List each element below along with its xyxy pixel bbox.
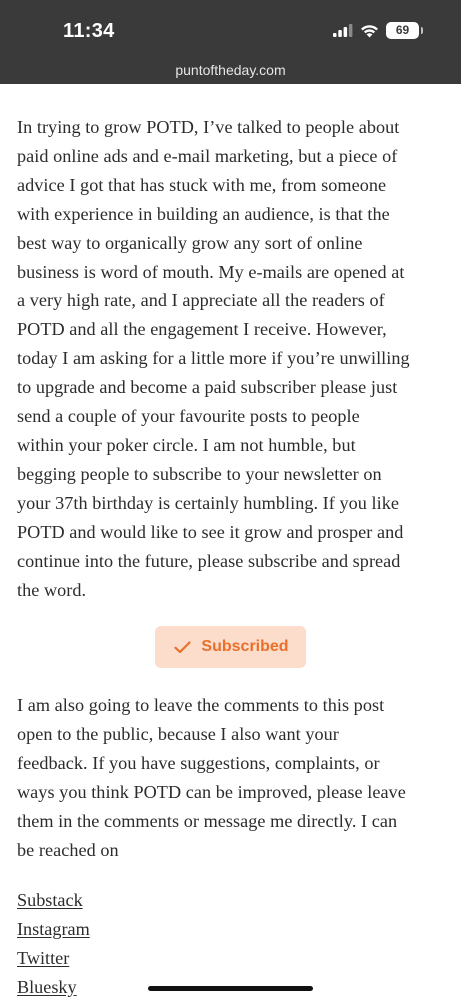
- text-line: send a couple of your favourite posts to…: [17, 406, 360, 427]
- cellular-signal-icon: [333, 24, 353, 37]
- address-bar-url[interactable]: puntoftheday.com: [0, 62, 461, 78]
- substack-link[interactable]: Substack: [17, 886, 90, 915]
- text-line: business is word of mouth. My e-mails ar…: [17, 261, 405, 282]
- text-line: within your poker circle. I am not humbl…: [17, 434, 356, 455]
- text-line: continue into the future, please subscri…: [17, 550, 401, 571]
- social-links-list: Substack Instagram Twitter Bluesky: [17, 886, 90, 1000]
- text-line: with experience in building an audience,…: [17, 203, 390, 224]
- text-line: best way to organically grow any sort of…: [17, 232, 363, 253]
- text-line: open to the public, because I also want …: [17, 723, 339, 744]
- text-line: I am also going to leave the comments to…: [17, 695, 385, 715]
- instagram-link[interactable]: Instagram: [17, 915, 90, 944]
- battery-icon: 69: [386, 22, 423, 39]
- text-line: today I am asking for a little more if y…: [17, 348, 410, 369]
- text-line: be reached on: [17, 839, 119, 860]
- text-line: feedback. If you have suggestions, compl…: [17, 752, 380, 773]
- status-time: 11:34: [63, 20, 115, 42]
- article-paragraph-2: I am also going to leave the comments to…: [17, 691, 447, 864]
- text-line: the word.: [17, 579, 87, 600]
- text-line: to upgrade and become a paid subscriber …: [17, 377, 398, 398]
- status-icons: 69: [333, 22, 423, 39]
- text-line: a very high rate, and I appreciate all t…: [17, 290, 385, 311]
- text-line: paid online ads and e-mail marketing, bu…: [17, 145, 398, 166]
- bluesky-link[interactable]: Bluesky: [17, 973, 90, 1000]
- twitter-link[interactable]: Twitter: [17, 944, 90, 973]
- wifi-icon: [361, 24, 378, 37]
- text-line: your 37th birthday is certainly humbling…: [17, 492, 399, 513]
- subscribed-label: Subscribed: [201, 638, 289, 655]
- text-line: advice I got that has stuck with me, fro…: [17, 174, 387, 195]
- text-line: POTD and would like to see it grow and p…: [17, 521, 404, 542]
- text-line: them in the comments or message me direc…: [17, 810, 398, 831]
- home-indicator[interactable]: [148, 986, 313, 991]
- text-line: begging people to subscribe to your news…: [17, 463, 382, 484]
- subscribed-button[interactable]: Subscribed: [155, 626, 306, 668]
- status-bar: 11:34 69 puntoftheday.com: [0, 0, 461, 84]
- text-line: In trying to grow POTD, I’ve talked to p…: [17, 117, 400, 137]
- text-line: POTD and all the engagement I receive. H…: [17, 319, 387, 340]
- article-paragraph-1: In trying to grow POTD, I’ve talked to p…: [17, 113, 447, 604]
- subscribe-button-row: Subscribed: [0, 626, 461, 668]
- text-line: ways you think POTD can be improved, ple…: [17, 781, 406, 802]
- checkmark-icon: [174, 640, 192, 653]
